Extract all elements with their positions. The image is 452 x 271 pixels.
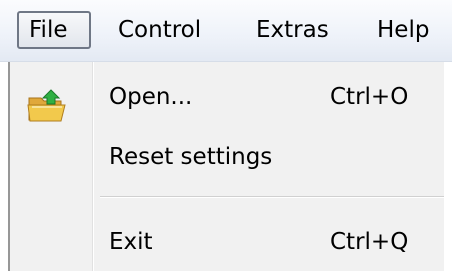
folder-open-icon bbox=[27, 89, 66, 122]
menu-bar: File Control Extras Help bbox=[0, 0, 452, 62]
menu-file[interactable]: File bbox=[17, 11, 91, 49]
menu-item-exit-label: Exit bbox=[109, 229, 153, 255]
menu-help[interactable]: Help bbox=[367, 11, 439, 49]
menu-item-reset-settings[interactable]: Reset settings bbox=[10, 132, 444, 182]
menu-item-exit[interactable]: Exit Ctrl+Q bbox=[10, 217, 444, 267]
file-dropdown-menu: Open... Ctrl+O Reset settings Exit Ctrl+… bbox=[8, 62, 444, 271]
menu-extras[interactable]: Extras bbox=[246, 11, 339, 49]
menu-item-open[interactable]: Open... Ctrl+O bbox=[10, 72, 444, 122]
menu-separator bbox=[100, 196, 444, 198]
menu-item-exit-shortcut: Ctrl+Q bbox=[330, 229, 409, 255]
menu-item-open-shortcut: Ctrl+O bbox=[330, 84, 409, 110]
menu-control[interactable]: Control bbox=[108, 11, 211, 49]
menu-item-open-label: Open... bbox=[109, 84, 193, 110]
menu-item-reset-settings-label: Reset settings bbox=[109, 144, 273, 170]
